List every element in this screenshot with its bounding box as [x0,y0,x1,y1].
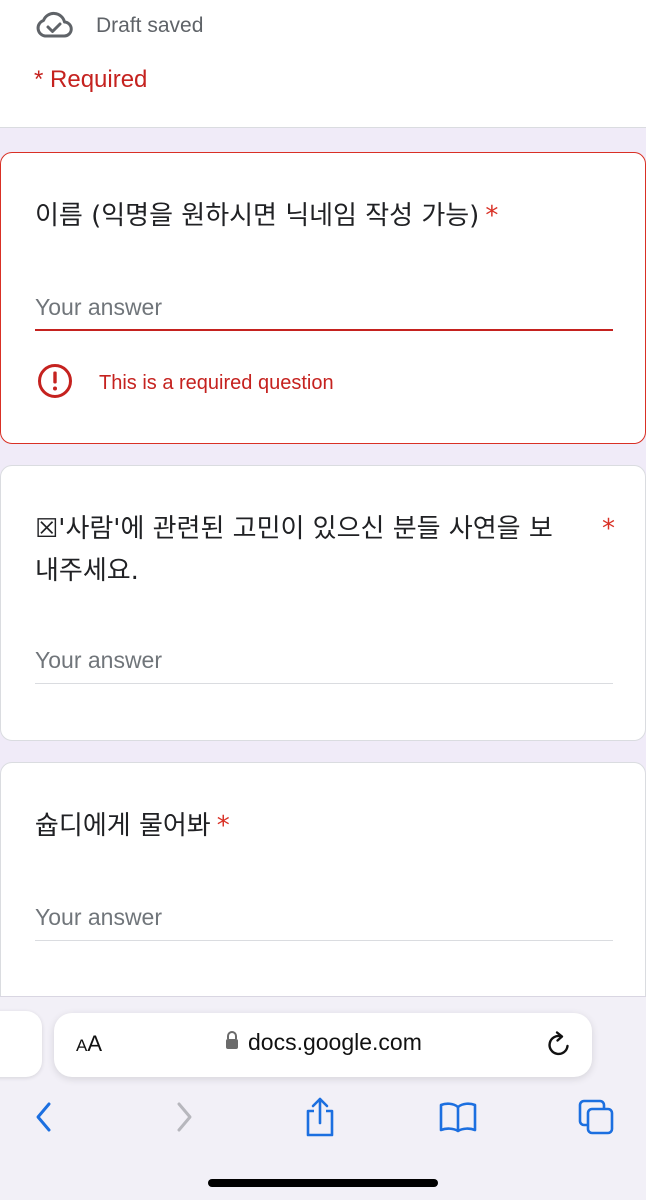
form-header-card: Draft saved * Required [0,0,646,128]
question-title-text: 이름 (익명을 원하시면 닉네임 작성 가능) [35,201,480,231]
url-text: docs.google.com [248,1029,422,1055]
ask-answer-input[interactable] [35,895,613,941]
text-size-button[interactable]: AA [76,1031,102,1057]
question-title: ☒'사람'에 관련된 고민이 있으신 분들 사연을 보 * 내주세요. [35,508,615,592]
draft-status-row: Draft saved [34,8,203,44]
required-asterisk: * [602,514,615,544]
address-bar[interactable]: AA docs.google.com [54,1013,592,1077]
lock-icon [224,1030,240,1055]
question-title-text: 슙디에게 물어봐 [35,811,211,841]
question-card-ask: 슙디에게 물어봐 * [0,762,646,1022]
required-asterisk: * [485,201,499,231]
name-answer-input[interactable] [35,285,613,331]
question-card-name: 이름 (익명을 원하시면 닉네임 작성 가능)* This is a requi… [0,152,646,444]
question-card-story: ☒'사람'에 관련된 고민이 있으신 분들 사연을 보 * 내주세요. [0,465,646,741]
error-message-row: This is a required question [37,363,334,404]
share-icon[interactable] [296,1093,344,1141]
story-answer-input[interactable] [35,638,613,684]
required-asterisk: * [216,811,230,841]
required-note: * Required [34,66,148,93]
forward-icon[interactable] [160,1093,208,1141]
error-message: This is a required question [99,372,334,394]
reload-icon[interactable] [544,1030,574,1065]
question-title: 이름 (익명을 원하시면 닉네임 작성 가능) * [35,195,611,237]
url-display[interactable]: docs.google.com [224,1029,422,1056]
error-circle-icon [37,363,73,404]
tabs-icon[interactable] [572,1093,620,1141]
bookmarks-icon[interactable] [434,1093,482,1141]
browser-bottom-bar: AA docs.google.com [0,996,646,1200]
browser-toolbar [0,1093,646,1143]
home-indicator [208,1179,438,1187]
question-title-line2: 내주세요. [35,556,139,586]
question-title: 슙디에게 물어봐 * [35,805,611,847]
question-title-line1: ☒'사람'에 관련된 고민이 있으신 분들 사연을 보 [35,514,553,544]
cloud-check-icon [34,8,74,44]
previous-tab-preview[interactable] [0,1011,42,1077]
draft-status-text: Draft saved [96,14,204,37]
back-icon[interactable] [20,1093,68,1141]
